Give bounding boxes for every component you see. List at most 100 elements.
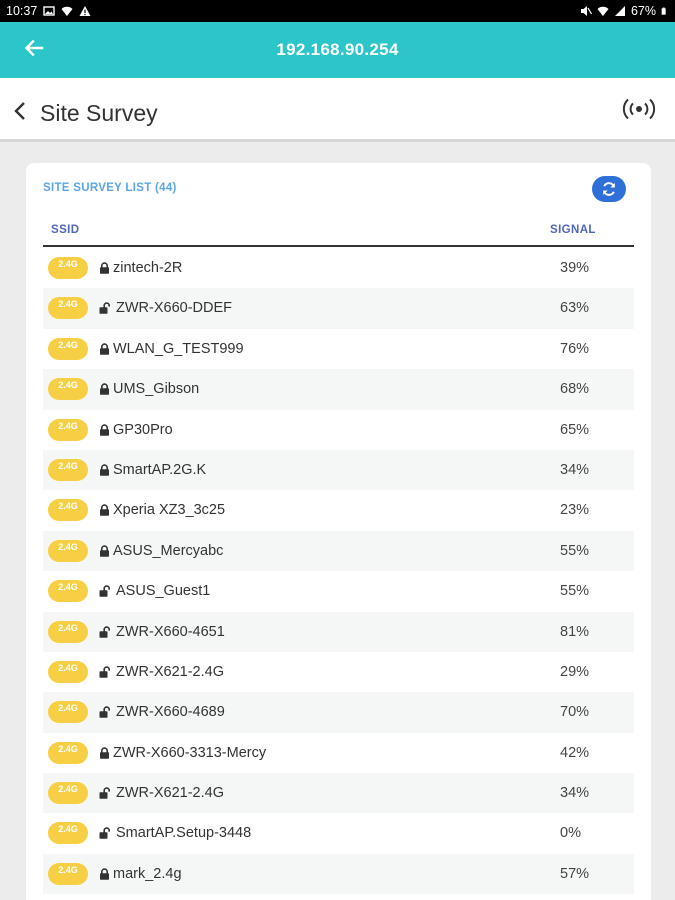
table-row[interactable]: 2.4G ZWR-X660-3313-Mercy 42% (43, 733, 634, 773)
app-bar-title: 192.168.90.254 (276, 40, 399, 59)
battery-icon (661, 7, 666, 15)
band-badge: 2.4G (48, 458, 88, 481)
column-header-signal[interactable]: SIGNAL (550, 224, 596, 236)
ssid-label: Xperia XZ3_3c25 (113, 502, 226, 519)
ssid-label: ZWR-X621-2.4G (116, 663, 224, 680)
table-row[interactable]: 2.4G ZWR-X660-DDEF 63% (43, 288, 634, 329)
unlock-icon (99, 666, 110, 678)
status-time: 10:37 (6, 4, 38, 18)
table-row[interactable]: 2.4G UMS_Gibson 68% (43, 369, 634, 410)
lock-icon (100, 464, 109, 476)
band-badge: 2.4G (48, 741, 88, 764)
band-badge: 2.4G (48, 257, 88, 279)
table-row[interactable]: 2.4G Xperia XZ3_3c25 23% (43, 490, 634, 530)
lock-icon (100, 504, 109, 517)
table-row[interactable]: 2.4G ASUS_Mercyabc 55% (43, 530, 634, 572)
band-badge: 2.4G (48, 862, 88, 885)
table-row[interactable]: 2.4G mark_2.4g 57% (43, 853, 634, 895)
table-row[interactable]: 2.4G ZWR-X660-4689 70% (43, 692, 634, 733)
page-title: Site Survey (40, 100, 158, 126)
status-left: 10:37 (6, 4, 91, 18)
band-badge: 2.4G (48, 660, 88, 683)
refresh-icon (603, 182, 615, 196)
chevron-left-icon[interactable] (12, 101, 28, 121)
unlock-icon (99, 706, 110, 719)
band-badge: 2.4G (48, 580, 88, 603)
signal-value: 76% (560, 340, 590, 357)
ssid-label: ZWR-X660-4651 (116, 623, 225, 640)
ssid-label: ZWR-X621-2.4G (116, 785, 224, 802)
cell-signal-icon (614, 6, 625, 16)
wireless-broadcast-icon[interactable] (622, 97, 656, 121)
lock-icon (100, 545, 109, 557)
unlock-icon (99, 302, 110, 315)
ssid-label: mark_2.4g (113, 865, 182, 882)
page-header: Site Survey (0, 78, 675, 142)
mute-icon (580, 6, 592, 16)
signal-value: 23% (560, 502, 590, 519)
lock-icon (100, 383, 109, 395)
lock-icon (100, 868, 109, 880)
survey-list: 2.4G zintech-2R 39% 2.4G ZWR-X660-DDEF 63% 2.4… (43, 248, 634, 895)
signal-value: 57% (560, 865, 590, 882)
signal-value: 42% (560, 744, 590, 761)
table-row[interactable]: 2.4G SmartAP.Setup-3448 0% (43, 813, 634, 853)
gallery-icon (43, 6, 55, 16)
signal-value: 65% (560, 421, 590, 438)
table-row[interactable]: 2.4G ASUS_Guest1 55% (43, 571, 634, 611)
ssid-label: WLAN_G_TEST999 (113, 340, 244, 357)
status-bar: 10:37 67% (0, 0, 675, 22)
band-badge: 2.4G (48, 418, 88, 441)
table-row[interactable]: 2.4G zintech-2R 39% (43, 248, 634, 288)
table-row[interactable]: 2.4G WLAN_G_TEST999 76% (43, 329, 634, 369)
ssid-label: UMS_Gibson (113, 381, 200, 398)
table-row[interactable]: 2.4G ZWR-X660-4651 81% (43, 611, 634, 652)
lock-icon (100, 423, 109, 436)
signal-value: 34% (560, 785, 590, 802)
wifi-status-icon (61, 6, 73, 16)
wifi-signal-icon (597, 6, 609, 16)
lock-icon (100, 262, 109, 274)
band-badge: 2.4G (48, 701, 88, 724)
header-divider (43, 245, 634, 247)
unlock-icon (99, 625, 110, 638)
signal-value: 63% (560, 300, 590, 317)
band-badge: 2.4G (48, 297, 88, 320)
signal-value: 55% (560, 542, 590, 559)
refresh-button[interactable] (592, 176, 626, 202)
ssid-label: GP30Pro (113, 421, 173, 438)
ssid-label: SmartAP.Setup-3448 (116, 825, 252, 842)
signal-value: 39% (560, 260, 590, 276)
ssid-label: zintech-2R (113, 260, 183, 276)
signal-value: 68% (560, 381, 590, 398)
column-header-ssid[interactable]: SSID (51, 224, 79, 236)
unlock-icon (99, 787, 110, 799)
signal-value: 0% (560, 825, 581, 842)
band-badge: 2.4G (48, 822, 88, 845)
warning-icon (79, 6, 91, 16)
site-survey-list-title: SITE SURVEY LIST (44) (43, 182, 177, 194)
band-badge: 2.4G (48, 337, 88, 360)
signal-value: 29% (560, 663, 590, 680)
signal-value: 81% (560, 623, 590, 640)
unlock-icon (99, 827, 110, 840)
table-row[interactable]: 2.4G ZWR-X621-2.4G 34% (43, 773, 634, 814)
ssid-label: ASUS_Guest1 (116, 583, 211, 600)
signal-value: 70% (560, 704, 590, 721)
lock-icon (100, 343, 109, 355)
ssid-label: ZWR-X660-4689 (116, 704, 225, 721)
signal-value: 55% (560, 583, 590, 600)
band-badge: 2.4G (48, 539, 88, 562)
table-row[interactable]: 2.4G SmartAP.2G.K 34% (43, 449, 634, 491)
ssid-label: ZWR-X660-3313-Mercy (113, 744, 267, 761)
band-badge: 2.4G (48, 782, 88, 805)
unlock-icon (99, 585, 110, 597)
band-badge: 2.4G (48, 499, 88, 522)
table-row[interactable]: 2.4G ZWR-X621-2.4G 29% (43, 652, 634, 692)
signal-value: 34% (560, 461, 590, 478)
site-survey-card: SITE SURVEY LIST (44) SSID SIGNAL 2.4G zi… (26, 163, 651, 900)
ssid-label: SmartAP.2G.K (113, 461, 207, 478)
ssid-label: ASUS_Mercyabc (113, 542, 224, 559)
status-right: 67% (580, 4, 669, 18)
table-row[interactable]: 2.4G GP30Pro 65% (43, 410, 634, 450)
